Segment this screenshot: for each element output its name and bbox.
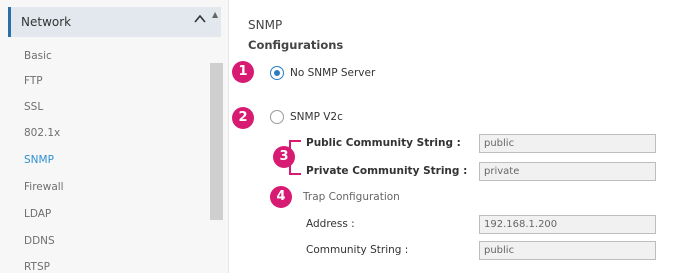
callout-badge-2: 2: [232, 107, 254, 129]
community-string-input[interactable]: [479, 241, 656, 260]
sidebar-item-ddns[interactable]: DDNS: [24, 235, 55, 247]
chevron-up-icon[interactable]: [193, 12, 207, 26]
page-title: SNMP: [248, 18, 283, 32]
public-community-label: Public Community String :: [306, 137, 461, 149]
trap-configuration-label: Trap Configuration: [303, 191, 400, 203]
radio-snmp-v2c[interactable]: [270, 110, 284, 124]
radio-no-snmp-server[interactable]: [270, 66, 284, 80]
sidebar-item-ldap[interactable]: LDAP: [24, 208, 51, 220]
sidebar-item-8021x[interactable]: 802.1x: [24, 127, 60, 139]
callout-badge-4: 4: [270, 186, 292, 208]
sidebar-item-firewall[interactable]: Firewall: [24, 181, 64, 193]
sidebar-item-snmp[interactable]: SNMP: [24, 154, 54, 166]
community-string-label: Community String :: [306, 244, 409, 256]
private-community-label: Private Community String :: [306, 165, 468, 177]
sidebar: Network Basic FTP SSL 802.1x SNMP Firewa…: [0, 0, 229, 273]
sidebar-item-rtsp[interactable]: RTSP: [24, 261, 50, 273]
address-input[interactable]: [479, 215, 656, 234]
sidebar-item-ftp[interactable]: FTP: [24, 75, 43, 87]
sidebar-scrollbar-thumb[interactable]: [210, 63, 223, 220]
scroll-up-arrow-icon[interactable]: ▲: [212, 10, 218, 19]
sidebar-section-label: Network: [21, 15, 72, 29]
sidebar-item-basic[interactable]: Basic: [24, 50, 52, 62]
callout-badge-3: 3: [273, 146, 295, 168]
sidebar-item-ssl[interactable]: SSL: [24, 101, 43, 113]
radio-no-snmp-label: No SNMP Server: [290, 67, 376, 79]
section-title: Configurations: [248, 38, 344, 52]
public-community-input[interactable]: [479, 134, 656, 153]
radio-snmp-v2c-label: SNMP V2c: [290, 111, 343, 123]
sidebar-section-network[interactable]: Network: [8, 7, 221, 37]
callout-badge-1: 1: [232, 61, 254, 83]
private-community-input[interactable]: [479, 162, 656, 181]
address-label: Address :: [306, 218, 355, 230]
